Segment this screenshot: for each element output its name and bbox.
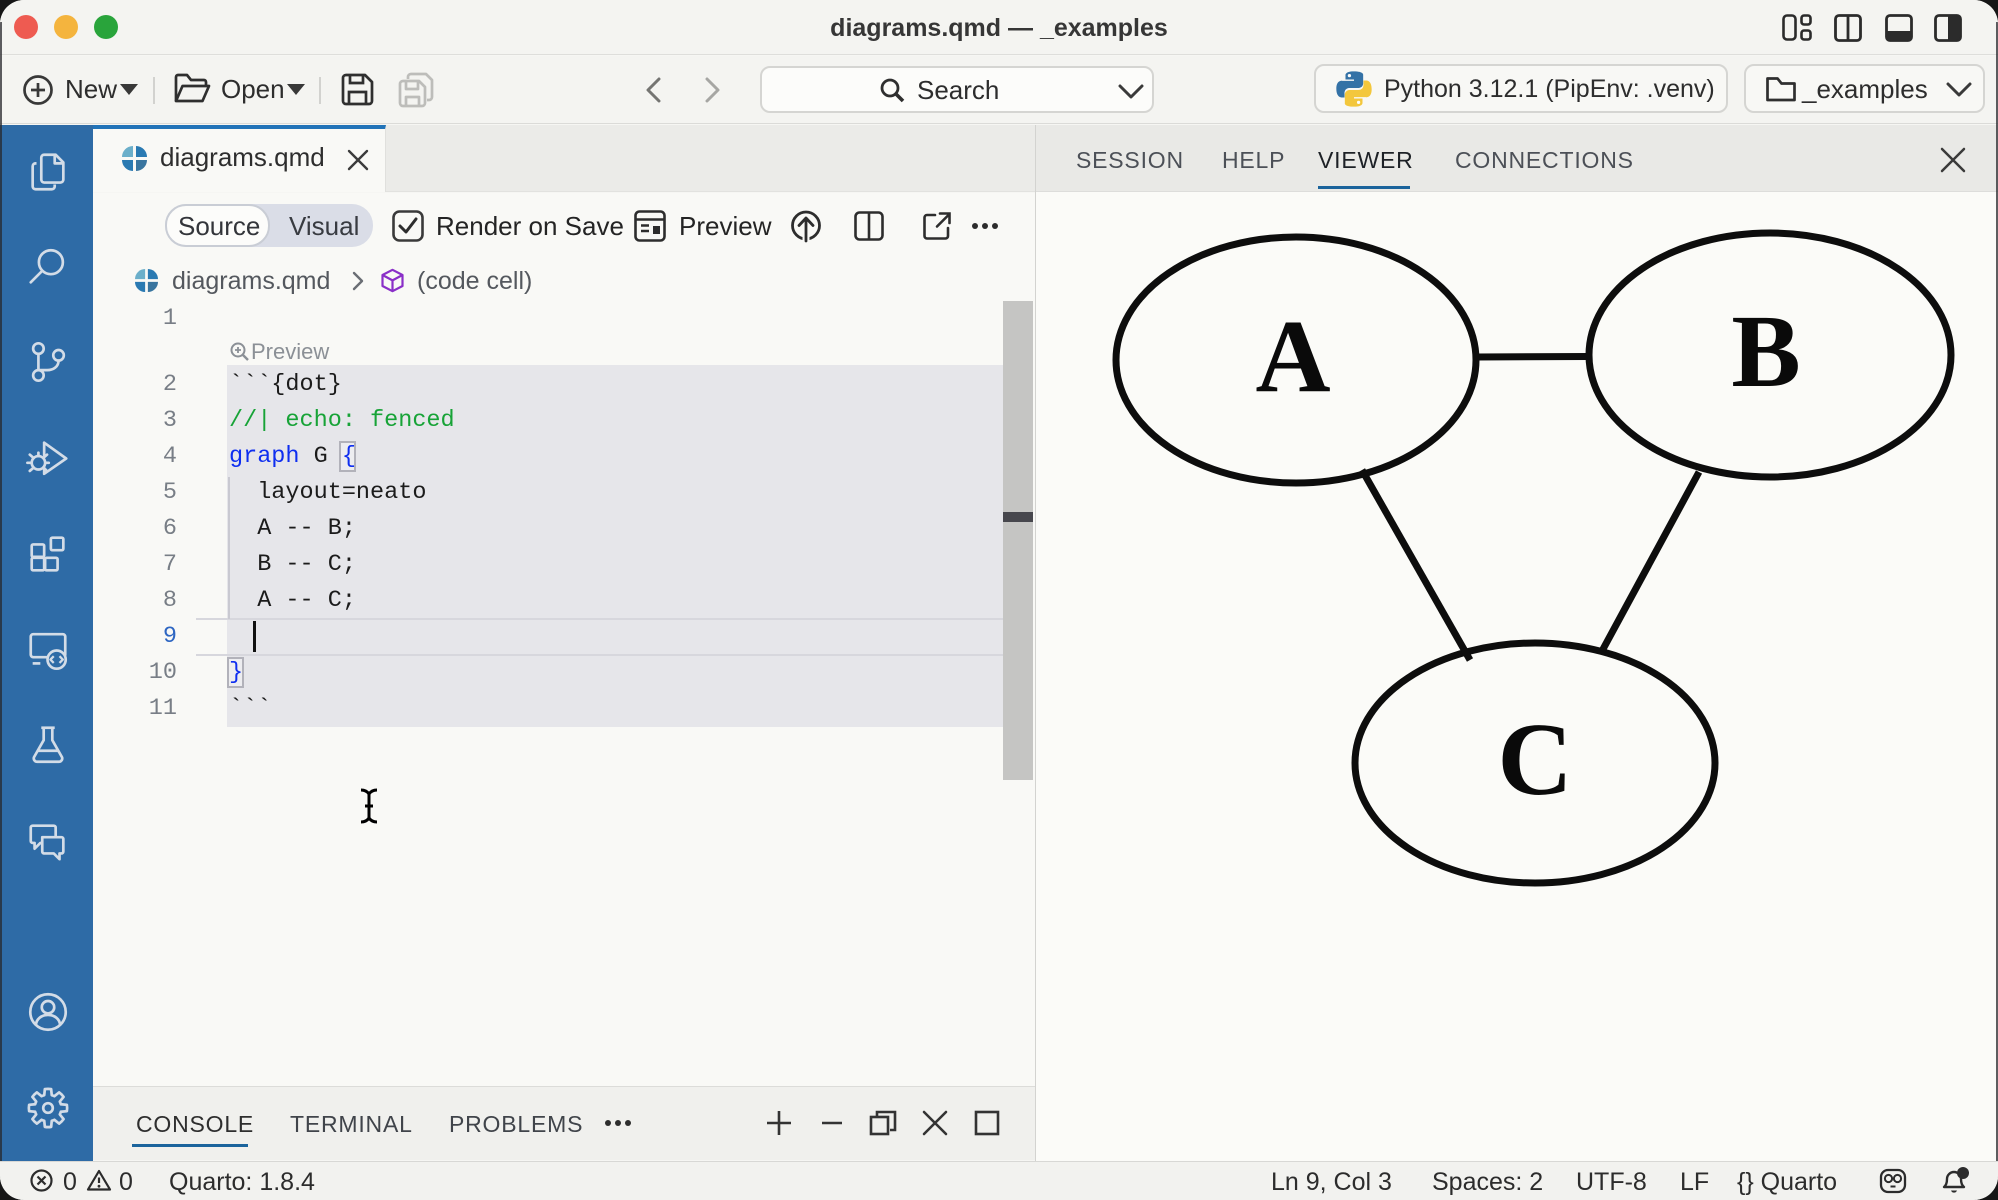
svg-text:B: B <box>1731 294 1800 409</box>
svg-text:A: A <box>1255 299 1330 414</box>
svg-text:C: C <box>1497 702 1572 817</box>
